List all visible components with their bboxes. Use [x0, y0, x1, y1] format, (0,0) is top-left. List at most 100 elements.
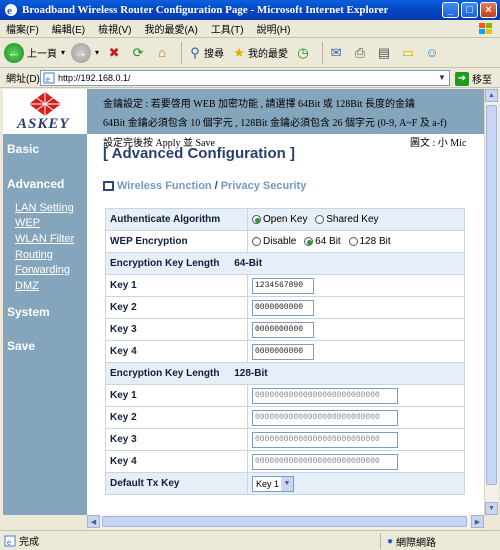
scroll-down-icon[interactable]: ▼ [485, 502, 498, 515]
back-arrow-icon: ← [4, 42, 24, 63]
section-title: Wireless Function [117, 180, 212, 192]
chevron-down-icon[interactable]: ▼ [281, 476, 293, 491]
key64-1-label: Key 1 [105, 274, 248, 297]
print-icon[interactable]: ⎙ [351, 44, 369, 62]
table-row: Default Tx Key Key 1 ▼ [105, 472, 465, 495]
key64-1-cell: 1234567890 [247, 274, 465, 297]
scroll-up-icon[interactable]: ▲ [485, 89, 498, 102]
language-toggle[interactable]: 圖文 : 小 Mic [410, 134, 466, 149]
nav-forwarding[interactable]: Forwarding [15, 264, 70, 276]
folder-icon[interactable]: ▭ [399, 44, 417, 62]
key128-1-input[interactable]: 00000000000000000000000000 [252, 387, 398, 404]
refresh-icon[interactable]: ⟳ [129, 44, 147, 62]
banner-line-2: 64Bit 金鑰必須包含 10 個字元 , 128Bit 金鑰必須包含 26 個… [103, 118, 447, 129]
key64-1-input[interactable]: 1234567890 [252, 277, 314, 294]
key128-3-label: Key 3 [105, 428, 248, 451]
menu-view[interactable]: 檢視(V) [98, 21, 131, 36]
shared-key-label: Shared Key [326, 214, 379, 225]
key128-3-input[interactable]: 00000000000000000000000000 [252, 431, 398, 448]
default-key-label: Default Tx Key [105, 472, 248, 495]
key128-2-input[interactable]: 00000000000000000000000000 [252, 409, 398, 426]
nav-dmz[interactable]: DMZ [15, 280, 39, 292]
key128-1-label: Key 1 [105, 384, 248, 407]
edit-icon[interactable]: ▤ [375, 44, 393, 62]
key64-2-label: Key 2 [105, 296, 248, 319]
key-length-128-header: Encryption Key Length 128-Bit [105, 362, 465, 385]
wep-disable-option[interactable]: Disable [252, 236, 296, 247]
nav-lan-setting[interactable]: LAN Setting [15, 202, 74, 214]
key64-3-input[interactable]: 0000000000 [252, 321, 314, 338]
toolbar-separator [322, 41, 324, 64]
forward-button[interactable]: → ▾ [71, 42, 99, 63]
key128-4-input[interactable]: 00000000000000000000000000 [252, 453, 398, 470]
search-icon: ⚲ [190, 44, 200, 60]
menu-help[interactable]: 說明(H) [257, 21, 291, 36]
maximize-button[interactable]: □ [461, 2, 478, 18]
radio-open-key[interactable] [252, 214, 261, 224]
key64-4-input[interactable]: 0000000000 [252, 343, 314, 360]
mail-icon[interactable]: ✉ [327, 44, 345, 62]
nav-routing[interactable]: Routing [15, 249, 53, 261]
table-row: Key 1 1234567890 [105, 274, 465, 297]
nav-basic[interactable]: Basic [7, 142, 39, 156]
nav-system[interactable]: System [7, 305, 50, 319]
auth-open-key-option[interactable]: Open Key [252, 214, 307, 225]
page-viewport: ASKEY Basic Advanced LAN Setting WEP WLA… [3, 89, 484, 515]
menu-favorites[interactable]: 我的最愛(A) [144, 21, 197, 36]
auth-options: Open Key Shared Key [247, 208, 465, 231]
windows-logo-icon [479, 23, 492, 34]
ie-icon: e [5, 4, 17, 17]
nav-wep[interactable]: WEP [15, 217, 40, 229]
forward-dropdown-icon[interactable]: ▾ [95, 48, 99, 57]
window-title: Broadband Wireless Router Configuration … [22, 4, 389, 16]
vertical-scrollbar[interactable]: ▲ ▼ [484, 89, 498, 515]
nav-wlan-filter[interactable]: WLAN Filter [15, 233, 74, 245]
wep-128bit-option[interactable]: 128 Bit [348, 236, 391, 247]
menu-edit[interactable]: 編輯(E) [52, 21, 85, 36]
radio-64bit[interactable] [304, 236, 314, 246]
wep-64bit-option[interactable]: 64 Bit [304, 236, 341, 247]
close-button[interactable]: × [480, 2, 497, 18]
address-bar: 網址(D) e http://192.168.0.1/ ▼ ➔ 移至 [0, 68, 500, 88]
back-dropdown-icon[interactable]: ▾ [61, 48, 65, 57]
favorites-button[interactable]: ★ 我的最愛 [230, 44, 288, 62]
scroll-left-icon[interactable]: ◀ [87, 515, 100, 528]
auth-label: Authenticate Algorithm [105, 208, 248, 231]
address-dropdown-icon[interactable]: ▼ [436, 72, 448, 84]
open-key-label: Open Key [263, 214, 308, 225]
back-button[interactable]: ← 上一頁 ▾ [4, 42, 65, 63]
section-heading: Wireless Function / Privacy Security [103, 180, 306, 192]
radio-shared-key[interactable] [315, 214, 325, 224]
auth-shared-key-option[interactable]: Shared Key [315, 214, 379, 225]
menu-tools[interactable]: 工具(T) [211, 21, 244, 36]
title-bar: e Broadband Wireless Router Configuratio… [0, 0, 500, 20]
address-input[interactable]: e http://192.168.0.1/ ▼ [40, 70, 450, 86]
forward-arrow-icon: → [71, 42, 92, 63]
horizontal-scroll-thumb[interactable] [102, 516, 467, 527]
scroll-right-icon[interactable]: ▶ [471, 515, 484, 528]
search-button[interactable]: ⚲ 搜尋 [186, 44, 224, 62]
stop-icon[interactable]: ✖ [105, 44, 123, 62]
radio-128bit[interactable] [348, 236, 358, 246]
history-icon[interactable]: ◷ [294, 44, 312, 62]
nav-advanced[interactable]: Advanced [7, 177, 64, 191]
vertical-scroll-thumb[interactable] [486, 105, 497, 485]
home-icon[interactable]: ⌂ [153, 44, 171, 62]
horizontal-scrollbar[interactable]: ◀ ▶ [87, 515, 484, 529]
messenger-icon[interactable]: ☺ [423, 44, 441, 62]
default-key-select[interactable]: Key 1 ▼ [252, 475, 294, 492]
default-key-cell: Key 1 ▼ [247, 472, 465, 495]
key64-2-input[interactable]: 0000000000 [252, 299, 314, 316]
table-row: Key 2 0000000000 [105, 296, 465, 319]
go-button[interactable]: ➔ 移至 [455, 71, 492, 86]
nav-save[interactable]: Save [7, 339, 35, 353]
logo-text: ASKEY [17, 116, 70, 132]
menu-bar: 檔案(F) 編輯(E) 檢視(V) 我的最愛(A) 工具(T) 說明(H) [0, 20, 500, 38]
minimize-button[interactable]: _ [442, 2, 459, 18]
radio-disable[interactable] [252, 236, 261, 246]
128bit-label: 128 Bit [359, 236, 391, 247]
key64-2-cell: 0000000000 [247, 296, 465, 319]
menu-file[interactable]: 檔案(F) [6, 21, 39, 36]
table-row: Key 4 00000000000000000000000000 [105, 450, 465, 473]
section-separator: / [214, 180, 218, 192]
